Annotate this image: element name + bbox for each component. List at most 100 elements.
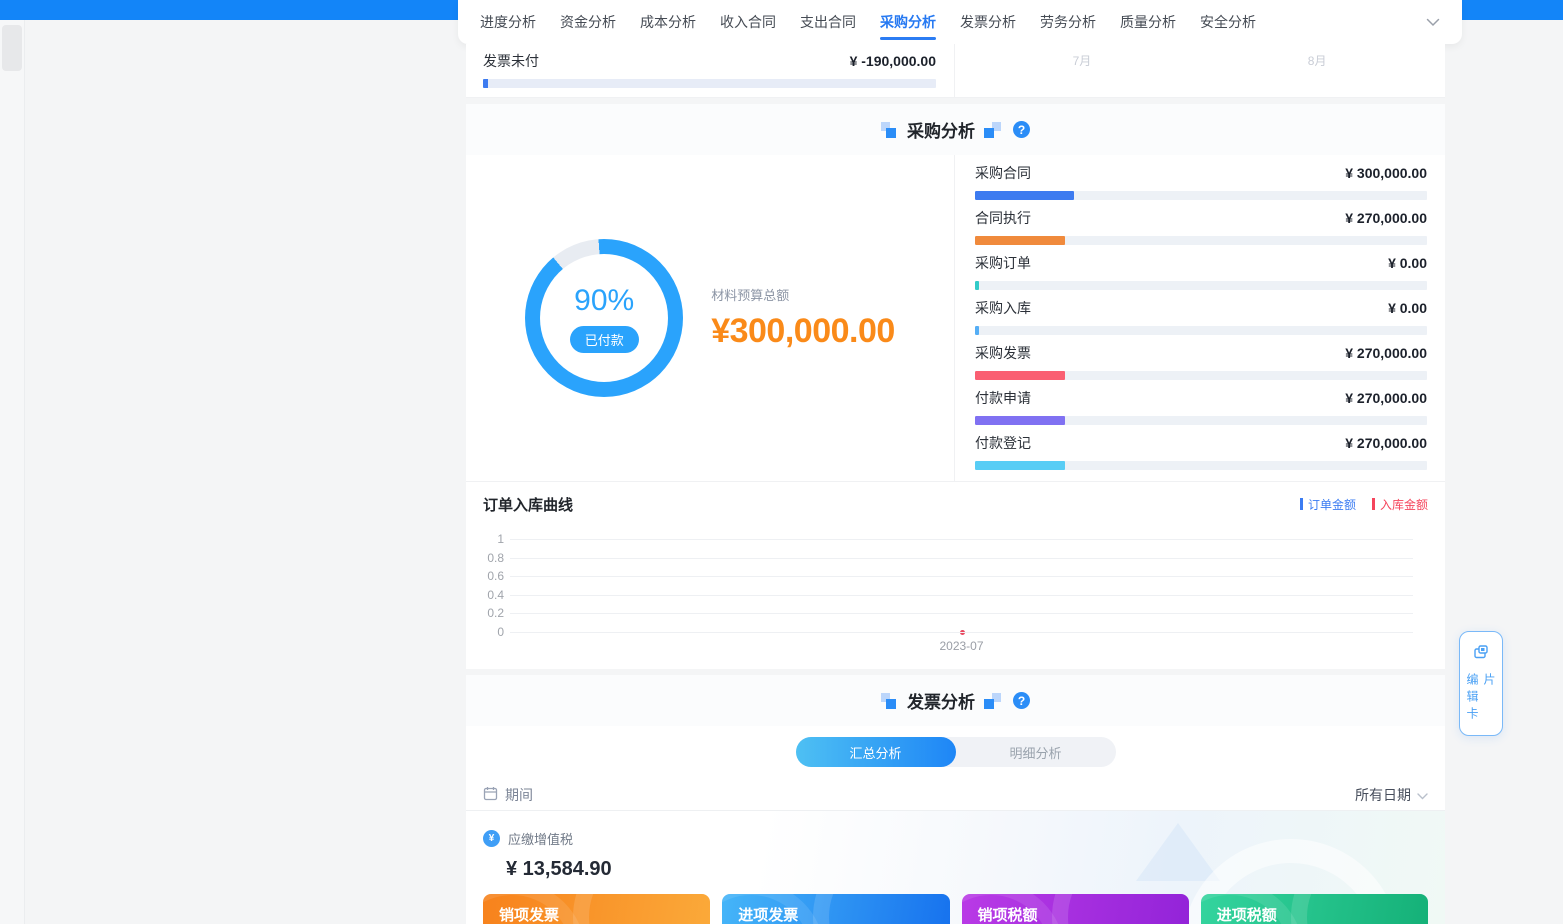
tab-收入合同[interactable]: 收入合同 — [720, 0, 776, 44]
edit-cards-label: 编辑卡片 — [1464, 673, 1498, 735]
tax-card-进项发票[interactable]: 进项发票 — [722, 894, 949, 924]
order-inbound-chart-section: 订单入库曲线 订单金额 入库金额 2023-07 10.80.60.40.20 — [466, 481, 1445, 669]
tab-成本分析[interactable]: 成本分析 — [640, 0, 696, 44]
gridline — [510, 613, 1413, 614]
stat-bar-合同执行: 合同执行 ¥ 270,000.00 — [975, 208, 1427, 245]
stat-bar-track — [975, 326, 1427, 335]
stat-bar-fill — [975, 326, 979, 335]
tab-质量分析[interactable]: 质量分析 — [1120, 0, 1176, 44]
scrollbar-thumb[interactable] — [2, 25, 22, 71]
tab-安全分析[interactable]: 安全分析 — [1200, 0, 1256, 44]
stat-bar-track — [975, 191, 1427, 200]
chevron-down-icon[interactable] — [1426, 18, 1440, 27]
edit-cards-button[interactable]: 编辑卡片 — [1459, 631, 1503, 736]
gridline — [510, 558, 1413, 559]
legend-swatch — [1372, 498, 1375, 510]
vat-summary-section: ¥ 应缴增值税 ¥ 13,584.90 销项发票进项发票销项税额进项税额 — [466, 811, 1445, 924]
analysis-tab-bar: 进度分析资金分析成本分析收入合同支出合同采购分析发票分析劳务分析质量分析安全分析 — [458, 0, 1462, 44]
stat-bar-label: 采购入库 — [975, 298, 1031, 318]
calendar-icon — [483, 786, 498, 804]
budget-value: ¥300,000.00 — [711, 312, 895, 351]
stat-bar-value: ¥ 270,000.00 — [1345, 210, 1427, 226]
donut-percent: 90% — [574, 284, 634, 318]
paid-badge: 已付款 — [570, 326, 639, 353]
edit-cards-icon — [1472, 643, 1490, 666]
tab-进度分析[interactable]: 进度分析 — [480, 0, 536, 44]
tab-支出合同[interactable]: 支出合同 — [800, 0, 856, 44]
tax-card-label: 销项发票 — [499, 904, 559, 924]
x-axis-label: 2023-07 — [939, 639, 983, 653]
invoice-unpaid-progress-bar — [483, 79, 936, 88]
tab-资金分析[interactable]: 资金分析 — [560, 0, 616, 44]
legend-item-订单金额[interactable]: 订单金额 — [1300, 496, 1356, 513]
title-deco-icon — [984, 692, 1001, 710]
stat-bar-value: ¥ 270,000.00 — [1345, 390, 1427, 406]
tab-采购分析[interactable]: 采购分析 — [880, 0, 936, 44]
stat-bar-采购入库: 采购入库 ¥ 0.00 — [975, 298, 1427, 335]
procurement-body: 90% 已付款 材料预算总额 ¥300,000.00 采购合同 ¥ 300,000… — [466, 155, 1445, 481]
stat-bar-label: 付款登记 — [975, 433, 1031, 453]
gridline — [510, 539, 1413, 540]
stat-bar-value: ¥ 300,000.00 — [1345, 165, 1427, 181]
stat-bar-track — [975, 281, 1427, 290]
tax-cards-row: 销项发票 进项发票销项税额 进项税额 — [466, 881, 1445, 924]
stat-bar-value: ¥ 0.00 — [1388, 300, 1427, 316]
chevron-down-icon — [1417, 787, 1428, 803]
stat-bar-采购订单: 采购订单¥ 0.00 — [975, 253, 1427, 290]
title-deco-icon — [881, 692, 898, 710]
tab-发票分析[interactable]: 发票分析 — [960, 0, 1016, 44]
tax-card-销项发票[interactable]: 销项发票 — [483, 894, 710, 924]
help-icon[interactable]: ? — [1013, 692, 1030, 709]
legend-label: 订单金额 — [1308, 496, 1356, 513]
dashboard-card: 发票未付 ¥ -190,000.00 7月 8月 采购分析 ? 90% 已付款 — [466, 44, 1445, 924]
legend-item-入库金额[interactable]: 入库金额 — [1372, 496, 1428, 513]
stat-bar-label: 采购合同 — [975, 163, 1031, 183]
stat-bar-fill — [975, 416, 1065, 425]
tax-card-进项税额[interactable]: 进项税额 — [1201, 894, 1428, 924]
period-filter-row: 期间 所有日期 — [466, 780, 1445, 811]
procurement-section-header: 采购分析 ? — [466, 104, 1445, 155]
stat-bar-track — [975, 461, 1427, 470]
invoice-unpaid-panel: 发票未付 ¥ -190,000.00 — [466, 44, 955, 97]
y-tick-label: 1 — [480, 532, 504, 546]
stat-bar-fill — [975, 191, 1074, 200]
stat-bar-采购合同: 采购合同 ¥ 300,000.00 — [975, 163, 1427, 200]
y-tick-label: 0.2 — [480, 606, 504, 620]
legend-swatch — [1300, 498, 1303, 510]
budget-donut-panel: 90% 已付款 材料预算总额 ¥300,000.00 — [466, 155, 955, 481]
axis-label-august: 8月 — [1308, 52, 1327, 69]
stat-bar-track — [975, 416, 1427, 425]
stat-bar-fill — [975, 371, 1065, 380]
procurement-bars: 采购合同 ¥ 300,000.00 合同执行 ¥ 270,000.00 采购订单¥ 0.… — [955, 155, 1445, 481]
stat-bar-label: 合同执行 — [975, 208, 1031, 228]
left-scrollbar-track[interactable] — [0, 20, 25, 924]
stat-bar-value: ¥ 270,000.00 — [1345, 345, 1427, 361]
axis-label-july: 7月 — [1073, 52, 1092, 69]
invoice-unpaid-label: 发票未付 — [483, 51, 539, 71]
order-inbound-line-chart: 2023-07 10.80.60.40.20 — [510, 539, 1413, 657]
invoice-unpaid-value: ¥ -190,000.00 — [850, 53, 936, 69]
cropped-month-axis: 7月 8月 — [955, 44, 1445, 97]
y-tick-label: 0 — [480, 625, 504, 639]
tax-card-销项税额[interactable]: 销项税额 — [962, 894, 1189, 924]
procurement-title: 采购分析 — [907, 117, 975, 142]
stat-bar-fill — [975, 281, 979, 290]
date-range-select[interactable]: 所有日期 — [1355, 785, 1428, 805]
vat-value: ¥ 13,584.90 — [466, 848, 1445, 881]
segment-tab-汇总分析[interactable]: 汇总分析 — [796, 737, 956, 767]
vat-label: 应缴增值税 — [508, 829, 573, 848]
order-chart-title: 订单入库曲线 — [483, 494, 573, 515]
stat-bar-value: ¥ 0.00 — [1388, 255, 1427, 271]
date-range-value: 所有日期 — [1355, 785, 1411, 805]
help-icon[interactable]: ? — [1013, 121, 1030, 138]
tab-劳务分析[interactable]: 劳务分析 — [1040, 0, 1096, 44]
stat-bar-付款申请: 付款申请¥ 270,000.00 — [975, 388, 1427, 425]
title-deco-icon — [984, 121, 1001, 139]
gridline — [510, 595, 1413, 596]
y-tick-label: 0.8 — [480, 551, 504, 565]
legend-label: 入库金额 — [1380, 496, 1428, 513]
segment-tab-明细分析[interactable]: 明细分析 — [956, 737, 1116, 767]
title-deco-icon — [881, 121, 898, 139]
stat-bar-fill — [975, 461, 1065, 470]
tax-card-label: 进项税额 — [1217, 904, 1277, 924]
